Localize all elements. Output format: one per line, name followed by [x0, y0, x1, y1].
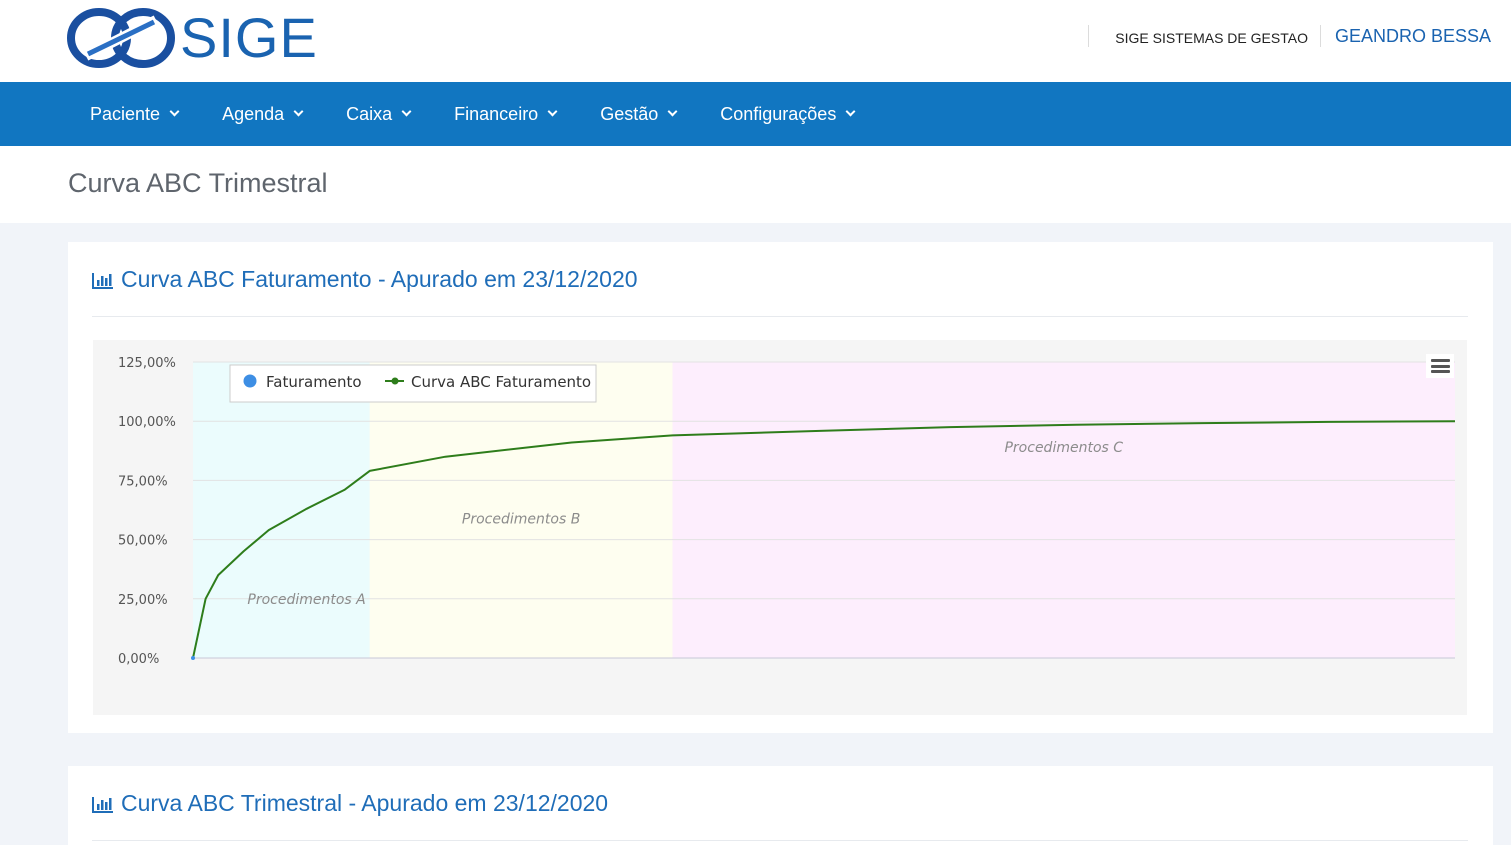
abc-chart-svg: 0,00% 25,00% 50,00% 75,00% 100,00% 125,00% Pr… — [118, 356, 1456, 667]
nav-item-gestao[interactable]: Gestão — [578, 82, 698, 146]
legend-line-marker-icon — [391, 377, 399, 385]
nav-label: Paciente — [90, 103, 161, 124]
bar-chart-icon — [92, 272, 113, 289]
page-title: Curva ABC Trimestral — [68, 168, 328, 198]
y-tick-label: 75,00% — [118, 474, 168, 489]
legend-label: Curva ABC Faturamento — [411, 373, 591, 391]
nav-label: Gestão — [600, 103, 659, 124]
top-bar: SIGE SIGE SISTEMAS DE GESTAO GEANDRO BES… — [0, 0, 1511, 82]
logo[interactable]: SIGE — [66, 4, 318, 72]
bar-chart-icon — [92, 796, 113, 813]
divider — [92, 840, 1468, 841]
nav-item-caixa[interactable]: Caixa — [324, 82, 432, 146]
logo-text: SIGE — [180, 6, 318, 69]
y-tick-label: 0,00% — [118, 652, 159, 667]
abc-billing-card: Curva ABC Faturamento - Apurado em 23/12… — [68, 242, 1493, 733]
chevron-down-icon — [293, 106, 304, 117]
card-header: Curva ABC Faturamento - Apurado em 23/12… — [92, 266, 638, 293]
abc-chart: 0,00% 25,00% 50,00% 75,00% 100,00% 125,00% Pr… — [93, 340, 1467, 715]
header-right: SIGE SISTEMAS DE GESTAO GEANDRO BESSA — [1088, 24, 1491, 48]
nav-label: Financeiro — [454, 103, 539, 124]
legend-item-curva-abc[interactable]: Curva ABC Faturamento — [385, 373, 591, 391]
infinity-logo-icon — [67, 8, 175, 68]
chevron-down-icon — [667, 106, 678, 117]
nav-item-financeiro[interactable]: Financeiro — [432, 82, 578, 146]
user-menu[interactable]: GEANDRO BESSA — [1335, 26, 1491, 47]
card-title: Curva ABC Faturamento - Apurado em 23/12… — [121, 266, 638, 292]
abc-quarterly-card: Curva ABC Trimestral - Apurado em 23/12/… — [68, 766, 1493, 845]
nav-item-paciente[interactable]: Paciente — [68, 82, 200, 146]
band-label: Procedimentos B — [462, 511, 580, 527]
band-0 — [193, 362, 370, 658]
legend-dot-icon — [243, 374, 257, 388]
y-tick-label: 125,00% — [118, 356, 176, 371]
chevron-down-icon — [401, 106, 412, 117]
y-tick-label: 50,00% — [118, 534, 168, 549]
y-tick-label: 25,00% — [118, 593, 168, 608]
card-header: Curva ABC Trimestral - Apurado em 23/12/… — [92, 790, 608, 817]
chart-menu-button[interactable] — [1426, 354, 1454, 378]
nav-item-agenda[interactable]: Agenda — [200, 82, 324, 146]
nav-item-configuracoes[interactable]: Configurações — [698, 82, 876, 146]
company-name[interactable]: SIGE SISTEMAS DE GESTAO — [1115, 26, 1308, 46]
nav-label: Configurações — [720, 103, 837, 124]
band-label: Procedimentos A — [247, 592, 365, 608]
card-title: Curva ABC Trimestral - Apurado em 23/12/… — [121, 790, 609, 816]
main-nav: Paciente Agenda Caixa Financeiro Gestão … — [0, 82, 1511, 146]
legend-label: Faturamento — [266, 373, 362, 391]
chevron-down-icon — [845, 106, 856, 117]
y-tick-label: 100,00% — [118, 415, 176, 430]
band-1 — [369, 362, 673, 658]
band-2 — [672, 362, 1455, 658]
series-point-faturamento — [191, 656, 195, 660]
divider — [1088, 25, 1090, 47]
chevron-down-icon — [169, 106, 180, 117]
divider — [92, 316, 1468, 317]
divider — [1319, 25, 1321, 47]
chevron-down-icon — [547, 106, 558, 117]
nav-label: Agenda — [222, 103, 285, 124]
page-title-bar: Curva ABC Trimestral — [0, 146, 1511, 223]
band-label: Procedimentos C — [1004, 440, 1123, 456]
nav-label: Caixa — [346, 103, 393, 124]
